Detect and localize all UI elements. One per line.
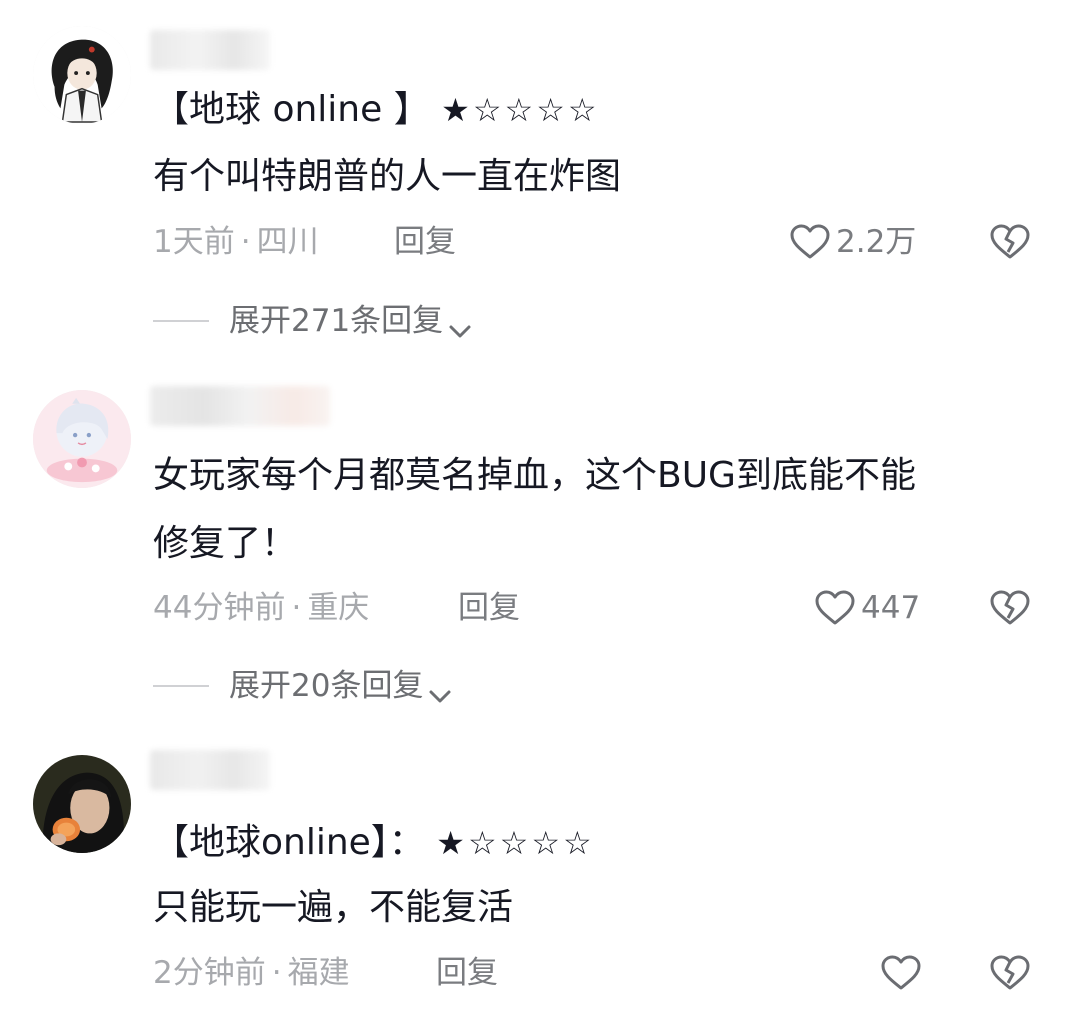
comment-text-line: 只能玩一遍，不能复活 (153, 887, 514, 928)
chevron-down-icon (447, 311, 473, 338)
like-button[interactable]: 2.2万 (788, 222, 916, 262)
avatar-anime-character-image (33, 26, 131, 124)
star-rating: ★☆☆☆☆ (436, 824, 595, 862)
reply-button[interactable]: 回复 (458, 588, 520, 628)
comment-text-line: 有个叫特朗普的人一直在炸图 (153, 156, 622, 197)
comment-time: 1天前 (153, 224, 235, 260)
like-button[interactable] (879, 953, 923, 993)
comment-location: 四川 (256, 224, 319, 260)
username-blurred[interactable] (150, 386, 330, 426)
expand-replies-label: 展开271条回复 (229, 303, 444, 339)
like-count: 447 (861, 590, 921, 626)
username-blurred[interactable] (150, 30, 270, 70)
comment-meta: 2分钟前 · 福建 (153, 953, 350, 993)
comment-text-line: 修复了！ (153, 523, 298, 564)
separator-dot: · (291, 590, 302, 626)
dislike-button[interactable] (988, 222, 1032, 262)
expand-divider-line (153, 320, 209, 322)
avatar[interactable] (33, 26, 131, 124)
comment-text: 只能玩一遍，不能复活 (153, 874, 513, 942)
broken-heart-icon (988, 588, 1032, 628)
comment-location: 福建 (287, 955, 350, 991)
reply-button[interactable]: 回复 (394, 222, 456, 262)
separator-dot: · (240, 224, 251, 260)
heart-outline-icon (788, 222, 832, 262)
like-button[interactable]: 447 (813, 588, 920, 628)
rating-line: 【地球 online 】 ★☆☆☆☆ (153, 87, 600, 133)
comment-meta: 44分钟前 · 重庆 (153, 588, 369, 628)
heart-outline-icon (879, 953, 923, 993)
comment-text: 女玩家每个月都莫名掉血，这个BUG到底能不能 修复了！ (153, 442, 916, 578)
broken-heart-icon (988, 222, 1032, 262)
heart-outline-icon (813, 588, 857, 628)
comment-location: 重庆 (307, 590, 370, 626)
comment-time: 44分钟前 (153, 590, 286, 626)
avatar-pink-character-image (33, 390, 131, 488)
rating-prefix: 【地球 online 】 (153, 89, 430, 130)
avatar[interactable] (33, 755, 131, 853)
comment-text: 有个叫特朗普的人一直在炸图 (153, 143, 621, 211)
comment-meta: 1天前 · 四川 (153, 222, 319, 262)
expand-divider-line (153, 685, 209, 687)
expand-replies-button[interactable]: 展开20条回复 (153, 666, 453, 706)
reply-button[interactable]: 回复 (436, 953, 498, 993)
comment-text-line: 女玩家每个月都莫名掉血，这个BUG到底能不能 (153, 455, 916, 496)
username-blurred[interactable] (150, 750, 270, 790)
chevron-down-icon (427, 676, 453, 703)
star-rating: ★☆☆☆☆ (441, 91, 600, 129)
expand-replies-label: 展开20条回复 (229, 668, 424, 704)
dislike-button[interactable] (988, 588, 1032, 628)
dislike-button[interactable] (988, 953, 1032, 993)
like-count: 2.2万 (836, 224, 917, 260)
rating-prefix: 【地球online】： (153, 822, 425, 863)
rating-line: 【地球online】： ★☆☆☆☆ (153, 820, 595, 866)
comment-time: 2分钟前 (153, 955, 266, 991)
expand-replies-button[interactable]: 展开271条回复 (153, 301, 473, 341)
separator-dot: · (271, 955, 282, 991)
avatar-photo-image (33, 755, 131, 853)
broken-heart-icon (988, 953, 1032, 993)
avatar[interactable] (33, 390, 131, 488)
